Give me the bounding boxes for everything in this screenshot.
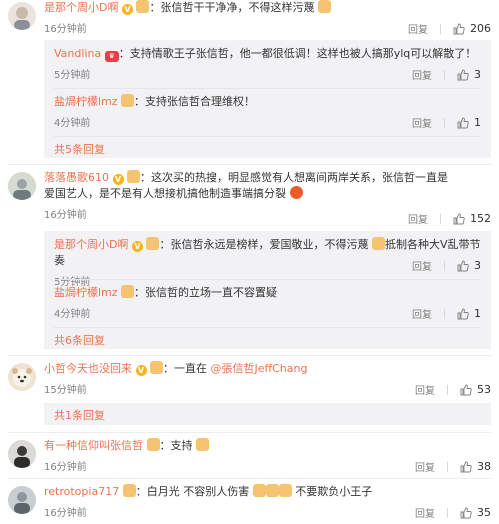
reply-button[interactable]: 回复 [412, 115, 432, 130]
username[interactable]: 盐焗柠檬lmz [54, 286, 118, 299]
thumbs-up-icon [460, 384, 472, 395]
reply-list: 是那个周小D啊 V ：张信哲永远是榜样，爱国敬业，不得污蔑 抵制各种大V乱带节奏… [44, 231, 491, 349]
username[interactable]: 是那个周小D啊 [44, 1, 118, 14]
comment-text: 白月光 不容别人伤害 [146, 485, 250, 498]
fan-badge-icon [146, 438, 160, 451]
strong-arm-emoji-icon [252, 484, 266, 497]
reply-button[interactable]: 回复 [415, 459, 435, 474]
thumbs-up-icon [460, 461, 472, 472]
username[interactable]: 盐焗柠檬lmz [54, 95, 118, 108]
like-button[interactable]: 1 [457, 116, 481, 129]
fan-badge-icon [127, 170, 140, 183]
fan-badge-icon [136, 0, 150, 13]
avatar[interactable] [8, 486, 36, 514]
like-button[interactable]: 152 [453, 212, 491, 225]
reply-button[interactable]: 回复 [408, 211, 428, 226]
like-count: 1 [474, 116, 481, 129]
username[interactable]: 小哲今天也没回来 [44, 362, 132, 375]
view-more-replies-link[interactable]: 共6条回复 [54, 332, 105, 348]
like-count: 35 [477, 506, 491, 519]
like-count: 206 [470, 22, 491, 35]
vip-badge-icon: ♛ [104, 51, 119, 62]
reply-list: 共1条回复 [44, 403, 491, 425]
avatar[interactable] [8, 363, 36, 391]
like-button[interactable]: 3 [457, 259, 481, 272]
strong-arm-emoji-icon [317, 0, 331, 13]
fan-badge-icon [150, 361, 163, 374]
username[interactable]: 是那个周小D啊 [54, 238, 128, 251]
avatar[interactable] [8, 440, 36, 468]
fist-emoji-icon [196, 438, 209, 451]
view-more-replies-link[interactable]: 共1条回复 [54, 407, 105, 423]
like-count: 38 [477, 460, 491, 473]
like-count: 3 [474, 68, 481, 81]
comment-text: 一直在 [174, 362, 207, 375]
like-count: 1 [474, 307, 481, 320]
reply-button[interactable]: 回复 [412, 306, 432, 321]
comment-text: 支持 [170, 439, 193, 452]
reply-list: Vandlina ♛ ：支持情歌王子张信哲，他一都很低调！这样也被人搞那ylq可以… [44, 40, 491, 158]
reply-button[interactable]: 回复 [412, 258, 432, 273]
avatar[interactable] [8, 2, 36, 30]
reply-button[interactable]: 回复 [408, 21, 428, 36]
thumbs-up-icon [460, 507, 472, 518]
thumbs-up-icon [453, 23, 465, 34]
like-button[interactable]: 1 [457, 307, 481, 320]
fan-badge-icon [122, 484, 136, 497]
reply-text: 支持情歌王子张信哲，他一都很低调！这样也被人搞那ylq可以解散了！ [129, 47, 477, 60]
reply-button[interactable]: 回复 [415, 382, 435, 397]
like-count: 3 [474, 259, 481, 272]
mention-link[interactable]: @張信哲JeffChang [211, 362, 308, 375]
reply-text: 张信哲的立场一直不容置疑 [145, 286, 278, 299]
angry-emoji-icon [289, 186, 303, 199]
verified-badge-icon: V [121, 4, 133, 15]
verified-badge-icon: V [135, 365, 147, 376]
strong-arm-emoji-icon [265, 484, 279, 497]
like-count: 152 [470, 212, 491, 225]
verified-badge-icon: V [131, 241, 143, 252]
username[interactable]: retrotopia717 [44, 485, 119, 498]
comment-text: 张信哲干干净净，不得这样污蔑 [160, 1, 315, 14]
thumbs-up-icon [453, 213, 465, 224]
like-button[interactable]: 35 [460, 506, 491, 519]
reply-text: 张信哲永远是榜样，爱国敬业，不得污蔑 [170, 238, 369, 251]
thumbs-up-icon [457, 117, 469, 128]
strong-arm-emoji-icon [278, 484, 292, 497]
strong-arm-emoji-icon [371, 237, 385, 250]
like-button[interactable]: 53 [460, 383, 491, 396]
comment-text-2: 不要欺负小王子 [295, 485, 373, 498]
fan-badge-icon [146, 237, 160, 250]
reply-button[interactable]: 回复 [415, 505, 435, 520]
thumbs-up-icon [457, 260, 469, 271]
like-button[interactable]: 3 [457, 68, 481, 81]
avatar[interactable] [8, 172, 36, 200]
thumbs-up-icon [457, 308, 469, 319]
username[interactable]: 有一种信仰叫张信哲 [44, 439, 143, 452]
like-count: 53 [477, 383, 491, 396]
like-button[interactable]: 206 [453, 22, 491, 35]
reply-button[interactable]: 回复 [412, 67, 432, 82]
username[interactable]: Vandlina [54, 47, 101, 60]
fan-badge-icon [121, 285, 135, 298]
thumbs-up-icon [457, 69, 469, 80]
reply-text: 支持张信哲合理维权！ [145, 95, 256, 108]
username[interactable]: 落落愚歌610 [44, 171, 109, 184]
verified-badge-icon: V [112, 174, 124, 185]
view-more-replies-link[interactable]: 共5条回复 [54, 141, 105, 157]
like-button[interactable]: 38 [460, 460, 491, 473]
fan-badge-icon [121, 94, 135, 107]
